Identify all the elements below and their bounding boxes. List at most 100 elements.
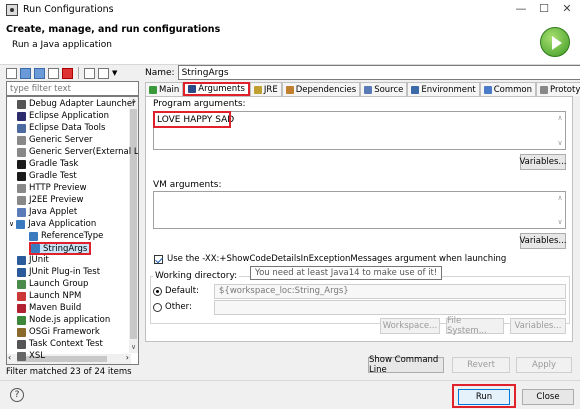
- filter-menu-chevron-icon[interactable]: ▼: [112, 69, 117, 77]
- scroll-thumb[interactable]: [130, 109, 137, 339]
- close-window-button[interactable]: ✕: [554, 2, 580, 16]
- osgi-icon: [17, 327, 26, 337]
- tree-item[interactable]: Eclipse Application: [17, 110, 109, 122]
- tab-source[interactable]: Source: [360, 82, 408, 96]
- program-args-variables-button[interactable]: Variables...: [520, 154, 566, 170]
- scroll-down-icon[interactable]: ∨: [129, 343, 138, 353]
- tree-item[interactable]: Gradle Test: [17, 170, 77, 182]
- tree-item[interactable]: Launch Group: [17, 278, 88, 290]
- scroll-right-icon[interactable]: ›: [126, 353, 129, 362]
- tab-prototype[interactable]: Prototype: [535, 82, 580, 96]
- workspace-button[interactable]: Workspace...: [380, 318, 440, 334]
- tree-item-label: Java Applet: [29, 207, 78, 217]
- tab-jre[interactable]: JRE: [249, 82, 282, 96]
- data-tools-icon: [17, 123, 26, 133]
- vm-args-variables-button[interactable]: Variables...: [520, 233, 566, 249]
- vm-args-scrollbar[interactable]: ∧ ∨: [555, 192, 565, 228]
- tree-item[interactable]: Eclipse Data Tools: [17, 122, 105, 134]
- tree-item[interactable]: Launch NPM: [17, 290, 81, 302]
- nodejs-icon: [17, 315, 26, 325]
- close-button[interactable]: Close: [522, 389, 574, 405]
- working-dir-variables-button[interactable]: Variables...: [510, 318, 566, 334]
- new-config-icon[interactable]: [6, 67, 17, 79]
- tree-item-label: Debug Adapter Launcher: [29, 99, 136, 109]
- program-args-scrollbar[interactable]: ∧ ∨: [555, 112, 565, 149]
- tree-item[interactable]: Maven Build: [17, 302, 81, 314]
- jre-tab-icon: [253, 85, 262, 94]
- task-context-icon: [17, 339, 26, 349]
- working-directory-label: Working directory:: [153, 271, 240, 281]
- default-radio[interactable]: [153, 286, 162, 296]
- collapse-all-icon[interactable]: [84, 67, 95, 79]
- tree-item[interactable]: JUnit Plug-in Test: [17, 266, 100, 278]
- launch-group-icon: [17, 279, 26, 289]
- apply-button[interactable]: Apply: [516, 357, 572, 373]
- tab-common[interactable]: Common: [479, 82, 536, 96]
- vm-args-textarea[interactable]: ∧ ∨: [153, 191, 566, 229]
- tooltip: You need at least Java14 to make use of …: [250, 266, 443, 280]
- tree-item-label: XSL: [29, 351, 45, 361]
- tab-label: Source: [374, 84, 404, 95]
- tree-item[interactable]: ReferenceType: [29, 230, 103, 242]
- help-icon[interactable]: ?: [10, 388, 24, 402]
- tree-item-label: Generic Server: [29, 135, 93, 145]
- tab-label: Arguments: [198, 84, 245, 94]
- tree-item[interactable]: ∨ Java Application: [9, 218, 96, 230]
- delete-config-icon[interactable]: [62, 67, 73, 79]
- tree-item-label: J2EE Preview: [29, 195, 84, 205]
- window-title: Run Configurations: [23, 4, 114, 15]
- tree-item[interactable]: Node.js application: [17, 314, 110, 326]
- revert-button[interactable]: Revert: [452, 357, 510, 373]
- filter-status: Filter matched 23 of 24 items: [6, 367, 132, 377]
- expand-chevron-icon[interactable]: ∨: [9, 220, 14, 228]
- tree-item-label: Eclipse Data Tools: [29, 123, 106, 133]
- tab-label: JRE: [263, 84, 278, 95]
- export-config-icon[interactable]: [34, 67, 45, 79]
- scroll-down-icon[interactable]: ∨: [555, 139, 565, 147]
- other-radio[interactable]: [153, 302, 162, 312]
- scroll-up-icon[interactable]: ∧: [555, 194, 565, 202]
- tab-main[interactable]: Main: [145, 82, 184, 96]
- tree-item[interactable]: Gradle Task: [17, 158, 78, 170]
- show-code-details-checkbox[interactable]: [154, 254, 163, 264]
- environment-tab-icon: [411, 85, 420, 94]
- tree-item[interactable]: JUnit: [17, 254, 49, 266]
- file-system-button[interactable]: File System...: [446, 316, 504, 336]
- config-tree[interactable]: ∧ ∨ ‹ › Debug Adapter Launcher Eclipse Ap…: [6, 96, 139, 365]
- tree-item[interactable]: HTTP Preview: [17, 182, 87, 194]
- tree-item[interactable]: J2EE Preview: [17, 194, 83, 206]
- other-option[interactable]: Other:: [153, 302, 192, 312]
- tree-item[interactable]: Debug Adapter Launcher: [17, 98, 136, 110]
- tab-dependencies[interactable]: Dependencies: [281, 82, 361, 96]
- toolbar-divider: [78, 67, 79, 79]
- default-label: Default:: [165, 286, 199, 296]
- tab-environment[interactable]: Environment: [407, 82, 480, 96]
- scroll-down-icon[interactable]: ∨: [555, 218, 565, 226]
- tree-item[interactable]: Java Applet: [17, 206, 77, 218]
- filter-icon[interactable]: [98, 67, 109, 79]
- app-icon: [6, 3, 18, 16]
- tree-item[interactable]: Generic Server: [17, 134, 93, 146]
- new-prototype-icon[interactable]: [20, 67, 31, 79]
- tree-item[interactable]: Task Context Test: [17, 338, 103, 350]
- config-toolbar: ▼: [6, 66, 117, 80]
- name-field[interactable]: [177, 65, 580, 80]
- tab-arguments[interactable]: Arguments: [183, 82, 250, 96]
- show-command-line-button[interactable]: Show Command Line: [368, 355, 444, 375]
- filter-input[interactable]: [6, 81, 139, 96]
- scroll-left-icon[interactable]: ‹: [8, 353, 11, 362]
- tree-vertical-scrollbar[interactable]: ∧ ∨: [129, 97, 138, 353]
- tree-item[interactable]: Generic Server(External Lau: [17, 146, 138, 158]
- npm-icon: [17, 291, 26, 301]
- duplicate-config-icon[interactable]: [48, 67, 59, 79]
- tree-item[interactable]: XSL: [17, 350, 45, 362]
- run-banner-icon: [540, 27, 570, 57]
- junit-icon: [17, 255, 26, 265]
- scroll-up-icon[interactable]: ∧: [555, 114, 565, 122]
- show-code-details-option[interactable]: Use the -XX:+ShowCodeDetailsInExceptionM…: [154, 254, 506, 264]
- tree-item-label: JUnit: [29, 255, 49, 265]
- default-option[interactable]: Default:: [153, 286, 199, 296]
- main-tab-icon: [149, 85, 157, 94]
- tab-label: Dependencies: [295, 84, 357, 95]
- tree-item[interactable]: OSGi Framework: [17, 326, 100, 338]
